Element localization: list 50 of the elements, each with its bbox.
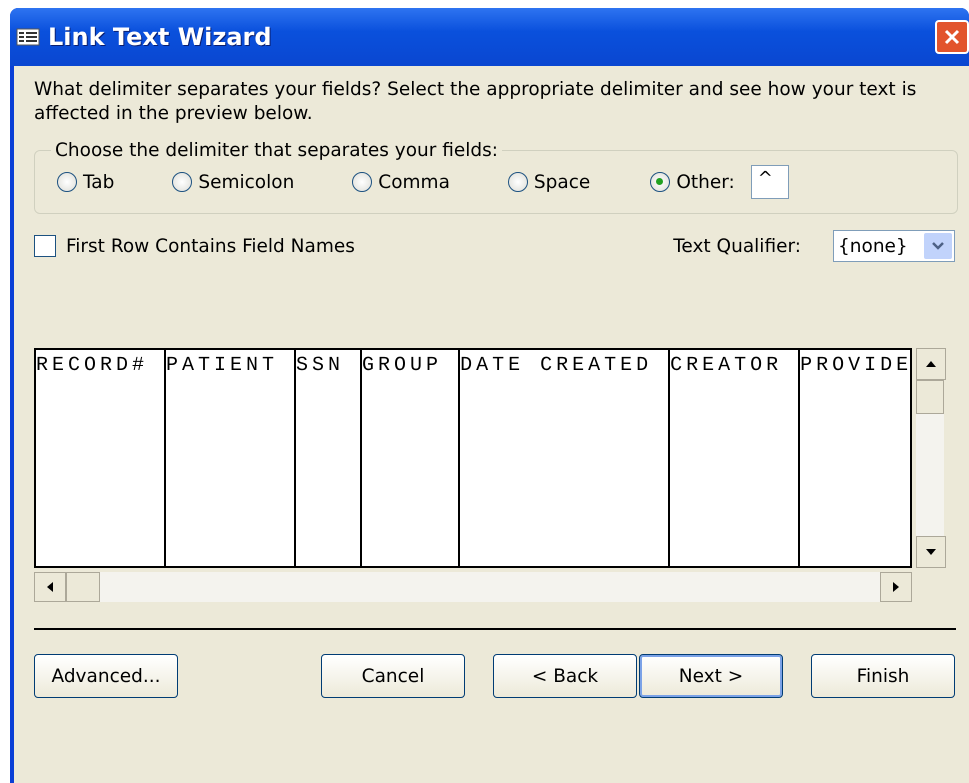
radio-button[interactable] [352, 172, 372, 192]
scroll-thumb[interactable] [66, 572, 100, 602]
column-header: GROUP [362, 350, 460, 566]
dialog-button[interactable]: Finish [811, 654, 955, 698]
other-delimiter-field[interactable]: ^ [750, 165, 789, 199]
radio-button[interactable] [57, 172, 77, 192]
window-title: Link Text Wizard [48, 23, 272, 51]
form-icon [16, 27, 40, 47]
column-header: DATE CREATED [460, 350, 670, 566]
radio-button[interactable] [172, 172, 192, 192]
radio-option[interactable]: Other: [650, 172, 735, 192]
scroll-up-button[interactable] [916, 348, 946, 380]
scroll-thumb[interactable] [916, 380, 944, 414]
radio-button[interactable] [650, 172, 670, 192]
arrow-right-icon [893, 582, 899, 592]
radio-option[interactable]: Semicolon [172, 172, 294, 192]
close-button[interactable] [935, 20, 969, 54]
column-header: PATIENT [166, 350, 296, 566]
dialog-button[interactable]: Cancel [321, 654, 465, 698]
scroll-down-button[interactable] [916, 536, 946, 568]
radio-option[interactable]: Space [508, 172, 590, 192]
arrow-up-icon [926, 361, 936, 367]
radio-label: Space [534, 172, 590, 192]
dialog-button[interactable]: < Back [493, 654, 637, 698]
radio-button[interactable] [508, 172, 528, 192]
radio-option[interactable]: Tab [57, 172, 114, 192]
group-legend: Choose the delimiter that separates your fields: [51, 140, 502, 161]
column-header: PROVIDE [800, 353, 910, 379]
arrow-down-icon [926, 549, 936, 555]
instruction-text: What delimiter separates your fields? Select the appropriate delimiter and see how your text is affected in the preview below. [34, 78, 918, 126]
vertical-scrollbar[interactable] [916, 348, 944, 568]
radio-option[interactable]: Comma [352, 172, 450, 192]
horizontal-scrollbar[interactable] [34, 572, 912, 602]
text-qualifier-label: Text Qualifier: [673, 236, 801, 256]
radio-label: Tab [83, 172, 114, 192]
scroll-left-button[interactable] [34, 572, 66, 602]
radio-label: Semicolon [198, 172, 294, 192]
radio-label: Other: [676, 172, 735, 192]
checkbox[interactable] [34, 235, 56, 257]
column-header: RECORD# [36, 350, 166, 566]
column-header: CREATOR [670, 350, 800, 566]
text-qualifier-dropdown[interactable]: {none} [833, 230, 955, 262]
dialog-button[interactable]: Next > [639, 654, 783, 698]
arrow-left-icon [47, 582, 53, 592]
column-header: SSN [296, 350, 362, 566]
dialog-button[interactable]: Advanced... [34, 654, 178, 698]
chevron-down-icon [932, 242, 944, 250]
radio-label: Comma [378, 172, 450, 192]
scroll-right-button[interactable] [880, 572, 912, 602]
close-icon [942, 27, 962, 47]
